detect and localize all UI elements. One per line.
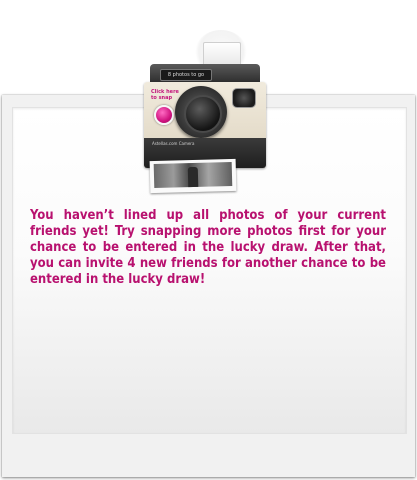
camera-top-panel: 8 photos to go <box>150 64 260 84</box>
photo-figure <box>187 166 199 188</box>
info-message: You haven’t lined up all photos of your … <box>30 208 386 287</box>
photo-image <box>153 161 233 189</box>
camera-brand-label: Astellas.com Camera <box>152 141 195 146</box>
camera-lens-icon <box>175 86 227 138</box>
lens-glass <box>184 95 222 133</box>
click-label-line2: to snap <box>151 95 173 101</box>
snap-button[interactable] <box>154 105 174 125</box>
instant-camera: 8 photos to go Click here to snap Astell… <box>140 30 270 200</box>
photo-counter-display: 8 photos to go <box>160 69 212 81</box>
printed-photo <box>149 158 237 194</box>
click-to-snap-label: Click here to snap <box>151 89 179 101</box>
viewfinder-icon <box>232 88 256 108</box>
